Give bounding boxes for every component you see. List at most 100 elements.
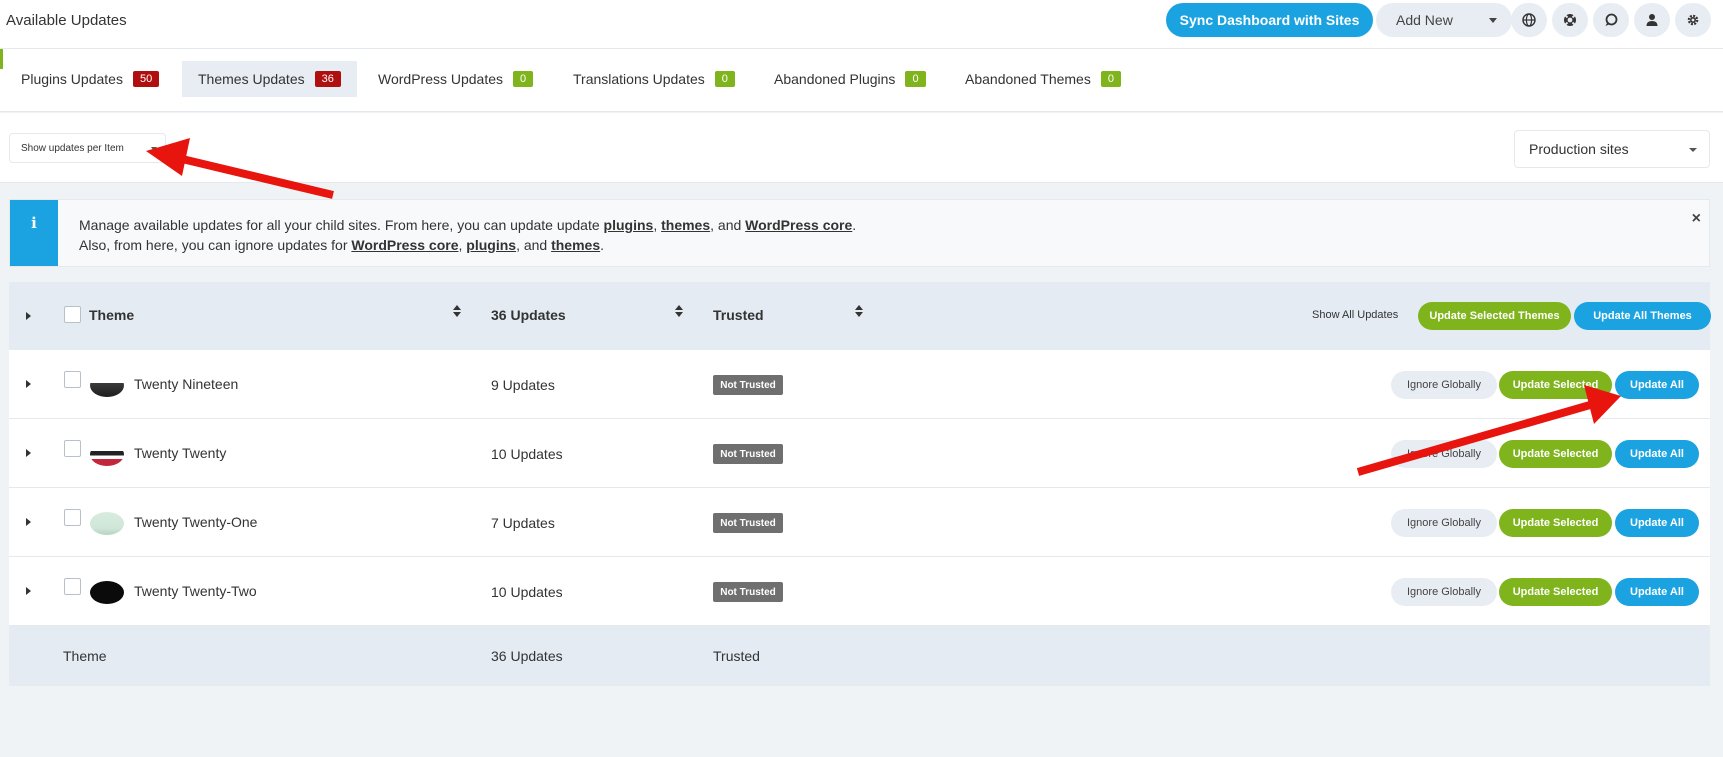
update-tabs: Plugins Updates 50 Themes Updates 36 Wor…: [0, 49, 1723, 112]
notice-text-segment: Also, from here, you can ignore updates …: [79, 237, 352, 253]
sort-icon[interactable]: [855, 305, 863, 319]
tab-abandoned-plugins[interactable]: Abandoned Plugins 0: [758, 61, 942, 97]
notice-text: Manage available updates for all your ch…: [79, 215, 856, 255]
top-bar: Available Updates Sync Dashboard with Si…: [0, 0, 1723, 49]
column-header-theme[interactable]: Theme: [89, 307, 134, 323]
update-all-themes-button[interactable]: Update All Themes: [1574, 302, 1711, 330]
chevron-down-icon: [151, 147, 157, 151]
update-selected-button[interactable]: Update Selected: [1499, 371, 1612, 399]
update-selected-button[interactable]: Update Selected: [1499, 509, 1612, 537]
help-button[interactable]: [1552, 3, 1588, 37]
wordpress-core-link[interactable]: WordPress core: [745, 217, 852, 233]
column-header-trusted[interactable]: Trusted: [713, 307, 764, 323]
row-checkbox[interactable]: [64, 371, 81, 388]
ignore-globally-button[interactable]: Ignore Globally: [1391, 509, 1497, 537]
tab-plugins-updates[interactable]: Plugins Updates 50: [5, 61, 175, 97]
expand-row-icon[interactable]: [26, 518, 31, 526]
sort-icon[interactable]: [453, 305, 461, 319]
chat-button[interactable]: [1593, 3, 1629, 37]
themes-link[interactable]: themes: [551, 237, 600, 253]
count-badge: 0: [1100, 71, 1121, 87]
update-count: 10 Updates: [491, 446, 563, 462]
expand-row-icon[interactable]: [26, 587, 31, 595]
tab-themes-updates[interactable]: Themes Updates 36: [182, 61, 357, 97]
settings-icon: [1687, 14, 1699, 26]
active-indicator: [0, 49, 3, 69]
footer-updates-label: 36 Updates: [491, 648, 563, 664]
user-button[interactable]: [1634, 3, 1670, 37]
update-all-button[interactable]: Update All: [1615, 509, 1699, 537]
update-selected-button[interactable]: Update Selected: [1499, 440, 1612, 468]
notice-line-2: Also, from here, you can ignore updates …: [79, 235, 856, 255]
themes-table: Theme 36 Updates Trusted Show All Update…: [9, 282, 1711, 686]
notice-text-segment: Manage available updates for all your ch…: [79, 217, 604, 233]
add-new-dropdown[interactable]: Add New: [1376, 3, 1512, 37]
filter-row: Show updates per Item Production sites: [0, 113, 1723, 183]
ignore-globally-button[interactable]: Ignore Globally: [1391, 440, 1497, 468]
chat-icon: [1605, 13, 1618, 26]
sites-select-value: Production sites: [1529, 141, 1629, 157]
notice-text-segment: ,: [653, 217, 662, 233]
count-badge: 0: [513, 71, 534, 87]
table-row: Twenty Nineteen 9 Updates Not Trusted Ig…: [9, 350, 1710, 419]
expand-row-icon[interactable]: [26, 449, 31, 457]
row-checkbox[interactable]: [64, 578, 81, 595]
theme-name: Twenty Twenty-Two: [134, 583, 257, 599]
notice-text-segment: .: [852, 217, 857, 233]
theme-thumbnail: [90, 512, 124, 535]
row-checkbox[interactable]: [64, 440, 81, 457]
show-all-updates-link[interactable]: Show All Updates: [1312, 309, 1398, 321]
globe-button[interactable]: [1511, 3, 1547, 37]
theme-thumbnail: [90, 374, 124, 397]
trust-status-badge: Not Trusted: [713, 582, 783, 602]
footer-theme-label: Theme: [63, 648, 107, 664]
update-all-button[interactable]: Update All: [1615, 371, 1699, 399]
sync-dashboard-button[interactable]: Sync Dashboard with Sites: [1166, 3, 1373, 37]
table-row: Twenty Twenty 10 Updates Not Trusted Ign…: [9, 419, 1710, 488]
tab-abandoned-themes[interactable]: Abandoned Themes 0: [949, 61, 1137, 97]
notice-text-segment: .: [600, 237, 605, 253]
column-header-updates[interactable]: 36 Updates: [491, 307, 566, 323]
count-badge: 36: [314, 71, 341, 87]
trust-status-badge: Not Trusted: [713, 513, 783, 533]
settings-button[interactable]: [1675, 3, 1711, 37]
view-mode-select[interactable]: Show updates per Item: [9, 133, 166, 163]
select-all-checkbox[interactable]: [64, 306, 81, 323]
update-selected-themes-button[interactable]: Update Selected Themes: [1418, 302, 1571, 330]
theme-name: Twenty Twenty-One: [134, 514, 258, 530]
ignore-globally-button[interactable]: Ignore Globally: [1391, 578, 1497, 606]
tab-label: Plugins Updates: [21, 71, 123, 87]
update-count: 10 Updates: [491, 584, 563, 600]
footer-trusted-label: Trusted: [713, 648, 760, 664]
globe-icon: [1522, 13, 1536, 27]
notice-line-1: Manage available updates for all your ch…: [79, 215, 856, 235]
trust-status-badge: Not Trusted: [713, 444, 783, 464]
wordpress-core-link[interactable]: WordPress core: [351, 237, 458, 253]
plugins-link[interactable]: plugins: [466, 237, 516, 253]
update-count: 9 Updates: [491, 377, 555, 393]
sort-icon[interactable]: [675, 305, 683, 319]
themes-link[interactable]: themes: [661, 217, 710, 233]
chevron-down-icon: [1489, 18, 1497, 23]
close-icon[interactable]: ×: [1692, 210, 1701, 228]
tab-label: Abandoned Themes: [965, 71, 1091, 87]
theme-thumbnail: [90, 581, 124, 604]
update-selected-button[interactable]: Update Selected: [1499, 578, 1612, 606]
info-notice: i Manage available updates for all your …: [9, 199, 1710, 267]
page-title: Available Updates: [6, 12, 127, 29]
tab-wordpress-updates[interactable]: WordPress Updates 0: [362, 61, 549, 97]
plugins-link[interactable]: plugins: [604, 217, 654, 233]
update-count: 7 Updates: [491, 515, 555, 531]
update-all-button[interactable]: Update All: [1615, 440, 1699, 468]
tab-translations-updates[interactable]: Translations Updates 0: [557, 61, 751, 97]
expand-all-icon[interactable]: [26, 312, 31, 320]
ignore-globally-button[interactable]: Ignore Globally: [1391, 371, 1497, 399]
expand-row-icon[interactable]: [26, 380, 31, 388]
table-header: Theme 36 Updates Trusted Show All Update…: [9, 282, 1711, 350]
notice-text-segment: , and: [710, 217, 746, 233]
update-all-button[interactable]: Update All: [1615, 578, 1699, 606]
sites-select[interactable]: Production sites: [1514, 130, 1710, 168]
row-checkbox[interactable]: [64, 509, 81, 526]
info-icon: i: [10, 200, 58, 266]
tab-label: Translations Updates: [573, 71, 705, 87]
